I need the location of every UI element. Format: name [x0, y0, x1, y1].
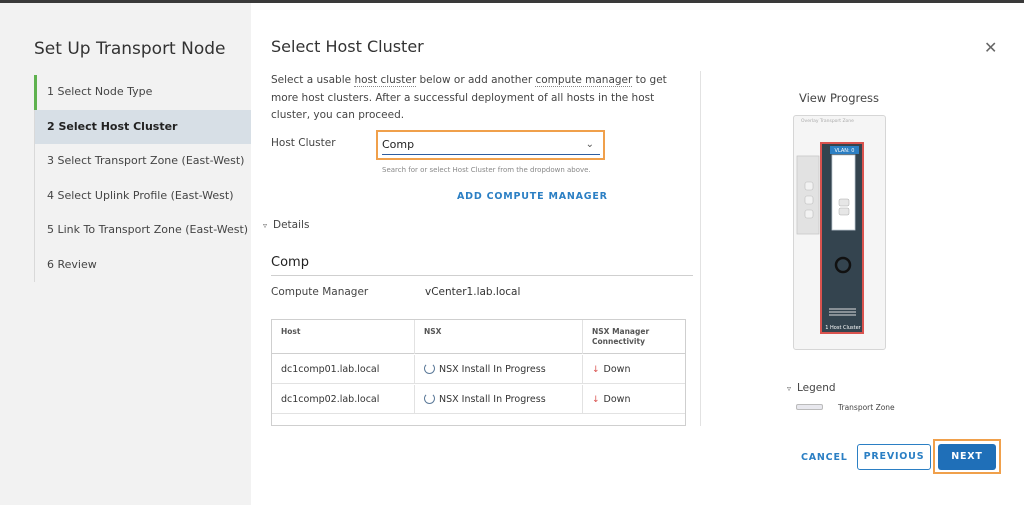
- step-select-node-type[interactable]: 1 Select Node Type: [34, 75, 251, 110]
- details-toggle[interactable]: ▿ Details: [263, 219, 309, 231]
- connectivity-cell: ↓ Down: [582, 355, 685, 384]
- arrow-down-icon: ↓: [592, 365, 600, 375]
- wizard-title: Set Up Transport Node: [34, 39, 226, 59]
- nsx-status-text: NSX Install In Progress: [439, 394, 546, 405]
- step-select-transport-zone[interactable]: 3 Select Transport Zone (East-West): [35, 144, 251, 179]
- step-review[interactable]: 6 Review: [35, 248, 251, 283]
- spinner-icon: [424, 393, 435, 404]
- section-title: Comp: [271, 255, 309, 270]
- node-icon: [838, 198, 850, 207]
- arrow-down-icon: ↓: [592, 395, 600, 405]
- chevron-down-icon: ▿: [787, 384, 792, 393]
- host-cluster-dropdown[interactable]: Comp ⌄: [382, 136, 600, 155]
- nsx-status-cell: NSX Install In Progress: [414, 385, 582, 414]
- next-button[interactable]: NEXT: [938, 444, 996, 470]
- legend-toggle[interactable]: ▿ Legend: [787, 382, 836, 394]
- nsx-status-cell: NSX Install In Progress: [414, 355, 582, 384]
- add-compute-manager-button[interactable]: ADD COMPUTE MANAGER: [457, 191, 608, 202]
- overlay-zone-label: Overlay Transport Zone: [801, 118, 854, 124]
- host-cell: dc1comp01.lab.local: [281, 364, 380, 375]
- chevron-down-icon: ▿: [263, 221, 268, 230]
- host-cluster-term[interactable]: host cluster: [354, 74, 417, 87]
- host-cluster-label: Host Cluster: [271, 137, 336, 149]
- host-cluster-value: Comp: [382, 138, 415, 151]
- column-nsx[interactable]: NSX: [414, 320, 582, 354]
- node-icon: [838, 207, 850, 216]
- compute-manager-term[interactable]: compute manager: [535, 74, 633, 87]
- connectivity-text: Down: [603, 364, 631, 375]
- column-host[interactable]: Host: [272, 320, 414, 354]
- host-node-icon: [804, 209, 814, 219]
- progress-diagram: Overlay Transport Zone VLAN: 0 1 Host Cl…: [793, 115, 886, 350]
- table-row[interactable]: dc1comp02.lab.local NSX Install In Progr…: [272, 385, 685, 414]
- host-cluster-hint: Search for or select Host Cluster from t…: [382, 166, 591, 174]
- legend-item-label: Transport Zone: [838, 403, 895, 412]
- chevron-down-icon[interactable]: ⌄: [586, 136, 594, 153]
- page-title: Select Host Cluster: [271, 37, 424, 56]
- nsx-status-text: NSX Install In Progress: [439, 364, 546, 375]
- vlan-label: VLAN: 0: [835, 148, 855, 154]
- legend-swatch: [796, 404, 823, 410]
- close-icon[interactable]: ✕: [984, 38, 997, 57]
- previous-button[interactable]: PREVIOUS: [857, 444, 931, 470]
- host-node-icon: [804, 181, 814, 191]
- transport-zone-block: [796, 155, 820, 235]
- view-progress-title: View Progress: [799, 91, 880, 105]
- main-panel: Select Host Cluster ✕ Select a usable ho…: [251, 18, 1010, 488]
- progress-diagram-graphic: Overlay Transport Zone VLAN: 0 1 Host Cl…: [796, 118, 864, 334]
- column-connectivity[interactable]: NSX Manager Connectivity: [582, 320, 685, 354]
- description-text: Select a usable host cluster below or ad…: [271, 72, 683, 125]
- host-cell: dc1comp02.lab.local: [281, 394, 380, 405]
- step-link-transport-zone[interactable]: 5 Link To Transport Zone (East-West): [35, 213, 251, 248]
- spinner-icon: [424, 363, 435, 374]
- table-row[interactable]: dc1comp01.lab.local NSX Install In Progr…: [272, 355, 685, 384]
- compute-manager-label: Compute Manager: [271, 286, 369, 298]
- compute-manager-value: vCenter1.lab.local: [425, 286, 521, 298]
- hosts-table: Host NSX NSX Manager Connectivity dc1com…: [271, 319, 686, 426]
- table-header: Host NSX NSX Manager Connectivity: [272, 320, 685, 354]
- vlan-zone: [831, 154, 856, 231]
- step-select-uplink-profile[interactable]: 4 Select Uplink Profile (East-West): [35, 179, 251, 214]
- description-part: below or add another: [416, 74, 536, 86]
- panel-divider: [700, 71, 701, 426]
- cancel-button[interactable]: CANCEL: [801, 452, 848, 463]
- connectivity-text: Down: [603, 394, 631, 405]
- details-label: Details: [273, 219, 310, 231]
- divider: [271, 275, 693, 276]
- cluster-label: 1 Host Cluster: [825, 325, 861, 331]
- host-node-icon: [804, 195, 814, 205]
- connectivity-cell: ↓ Down: [582, 385, 685, 414]
- wizard-steps: 1 Select Node Type 2 Select Host Cluster…: [34, 75, 251, 282]
- step-select-host-cluster[interactable]: 2 Select Host Cluster: [35, 109, 251, 144]
- wizard-sidebar: Set Up Transport Node 1 Select Node Type…: [0, 3, 251, 505]
- legend-label: Legend: [797, 382, 836, 394]
- description-part: Select a usable: [271, 74, 355, 86]
